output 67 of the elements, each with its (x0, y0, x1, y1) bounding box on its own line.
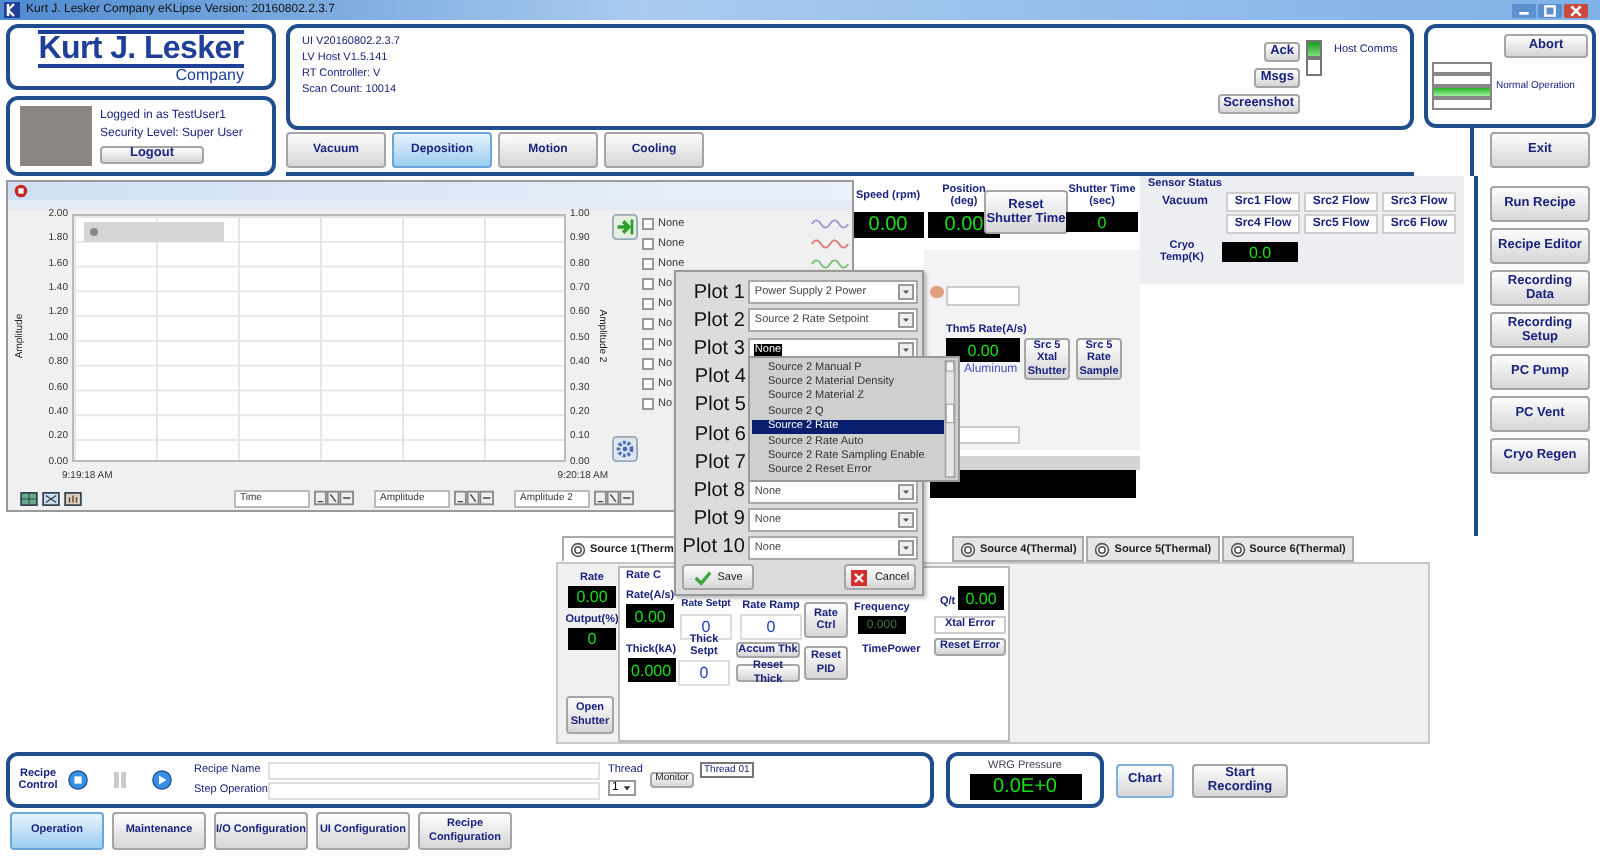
check-icon (693, 569, 712, 586)
circle-icon (1229, 541, 1246, 557)
checkbox[interactable] (642, 297, 654, 310)
circle-icon (1094, 541, 1111, 557)
plot-label: Plot 1 (691, 281, 745, 304)
gear-icon[interactable] (612, 436, 638, 463)
readout: 0 (568, 628, 616, 651)
readout: 0.00 (946, 338, 1020, 363)
grid-icon[interactable] (20, 491, 38, 506)
plot-label: Plot 6 (692, 423, 746, 446)
hand-icon[interactable] (64, 491, 82, 506)
checkbox[interactable] (642, 257, 654, 270)
logo-subtitle: Company (175, 68, 244, 84)
text-field[interactable] (268, 761, 600, 779)
arrow-icon[interactable] (612, 213, 638, 240)
minimize-icon[interactable] (1512, 3, 1536, 17)
checkbox[interactable] (642, 337, 654, 350)
circle-icon (960, 541, 976, 557)
photo-placeholder (20, 106, 92, 166)
readout: 0 (1066, 212, 1138, 232)
checkbox[interactable] (642, 377, 654, 390)
readout: 0.000 (627, 658, 676, 683)
circle-icon (570, 541, 586, 557)
stop-icon[interactable] (68, 770, 88, 790)
play-icon[interactable] (152, 770, 172, 790)
plot-label: Plot 5 (692, 394, 746, 417)
plot-label: Plot 2 (691, 309, 745, 332)
caret-icon (898, 539, 914, 556)
axis-tools-icon[interactable] (594, 490, 634, 507)
readout: 0.00 (568, 586, 616, 609)
maximize-icon[interactable] (1538, 3, 1562, 17)
readout: 0.00 (958, 586, 1004, 610)
number-field[interactable]: 0 (678, 660, 730, 687)
checkbox[interactable] (642, 237, 654, 250)
input-field[interactable] (946, 286, 1020, 306)
checkbox[interactable] (642, 397, 654, 410)
axis-tools-icon[interactable] (314, 490, 354, 507)
readout: 0.00 (626, 604, 675, 629)
pause-icon[interactable] (110, 770, 130, 790)
readout: 0.0 (1222, 242, 1298, 263)
plot-label: Plot 7 (692, 451, 746, 474)
caret-icon (898, 511, 914, 528)
zoom-icon[interactable] (42, 491, 60, 506)
dot-icon (90, 227, 98, 236)
checkbox[interactable] (642, 357, 654, 370)
close-icon[interactable] (1564, 3, 1588, 17)
plot-label: Plot 9 (691, 508, 745, 531)
checkbox[interactable] (642, 277, 654, 290)
text-field[interactable] (268, 781, 600, 799)
checkbox[interactable] (642, 217, 654, 230)
checkbox[interactable] (642, 317, 654, 330)
number-field[interactable]: 0 (740, 614, 802, 641)
knob[interactable] (930, 286, 944, 298)
chart-app-icon (14, 183, 28, 198)
readout: 0.0E+0 (969, 774, 1081, 800)
caret-icon (622, 784, 632, 793)
logo-text: Kurt J. Lesker (38, 30, 244, 68)
readout: 0.00 (852, 212, 924, 238)
plot-label: Plot 8 (691, 480, 745, 503)
plot-label: Plot 4 (692, 366, 746, 389)
close-icon (850, 569, 869, 586)
axis-tools-icon[interactable] (454, 490, 494, 507)
plot-label: Plot 3 (691, 338, 745, 360)
caret-icon (898, 312, 914, 329)
scrollbar[interactable] (944, 360, 956, 478)
app-icon (4, 2, 20, 18)
caret-icon (898, 284, 914, 301)
